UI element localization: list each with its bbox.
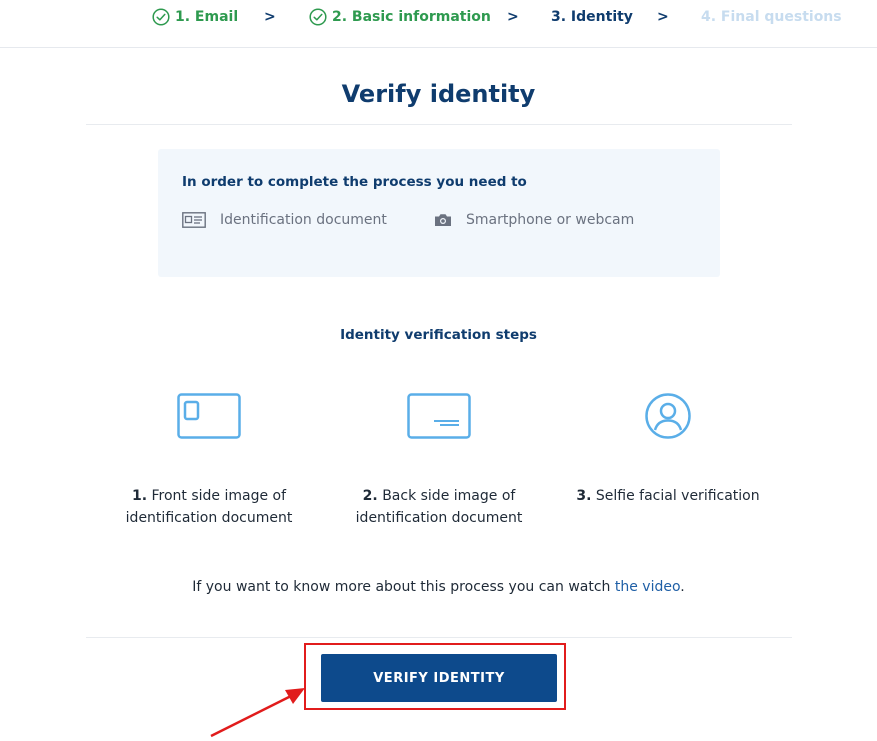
id-front-icon [177, 393, 241, 439]
video-link[interactable]: the video [615, 579, 680, 595]
verification-step-back: 2. Back side image of identification doc… [324, 390, 554, 529]
id-card-icon [182, 212, 206, 228]
verification-step-selfie: 3. Selfie facial verification [553, 390, 783, 507]
step-basic-information[interactable]: 2. Basic information [309, 7, 491, 27]
requirement-camera-label: Smartphone or webcam [466, 212, 635, 228]
verification-step-front: 1. Front side image of identification do… [94, 390, 324, 529]
page-title: Verify identity [341, 80, 536, 108]
requirements-panel: In order to complete the process you nee… [158, 149, 720, 277]
step-final-questions: 4. Final questions [701, 7, 842, 27]
user-circle-icon [645, 393, 691, 439]
verification-steps-heading: Identity verification steps [340, 327, 537, 343]
step-identity: 3. Identity [551, 7, 633, 27]
step-email[interactable]: 1. Email [152, 7, 238, 27]
verify-identity-button[interactable]: VERIFY IDENTITY [321, 654, 557, 702]
progress-stepper: 1. Email > 2. Basic information > 3. Ide… [0, 0, 877, 48]
step-email-label: 1. Email [175, 9, 239, 25]
requirements-heading: In order to complete the process you nee… [182, 174, 527, 190]
divider [86, 637, 792, 638]
id-back-icon [407, 393, 471, 439]
verification-step-front-label: 1. Front side image of identification do… [125, 488, 293, 526]
step-separator: > [507, 9, 519, 25]
requirement-id-document-label: Identification document [220, 212, 387, 228]
step-separator: > [264, 9, 276, 25]
step-identity-label: 3. Identity [551, 9, 633, 25]
check-circle-icon [309, 8, 327, 26]
requirement-id-document: Identification document [182, 212, 387, 228]
requirement-camera: Smartphone or webcam [434, 212, 634, 228]
more-info-text: If you want to know more about this proc… [192, 579, 685, 595]
verification-step-back-label: 2. Back side image of identification doc… [355, 488, 523, 526]
step-final-questions-label: 4. Final questions [701, 9, 842, 25]
divider [86, 124, 792, 125]
check-circle-icon [152, 8, 170, 26]
annotation-arrow-icon [210, 688, 305, 738]
step-basic-information-label: 2. Basic information [332, 9, 491, 25]
camera-icon [435, 214, 451, 226]
verification-step-selfie-label: 3. Selfie facial verification [576, 488, 760, 504]
step-separator: > [657, 9, 669, 25]
